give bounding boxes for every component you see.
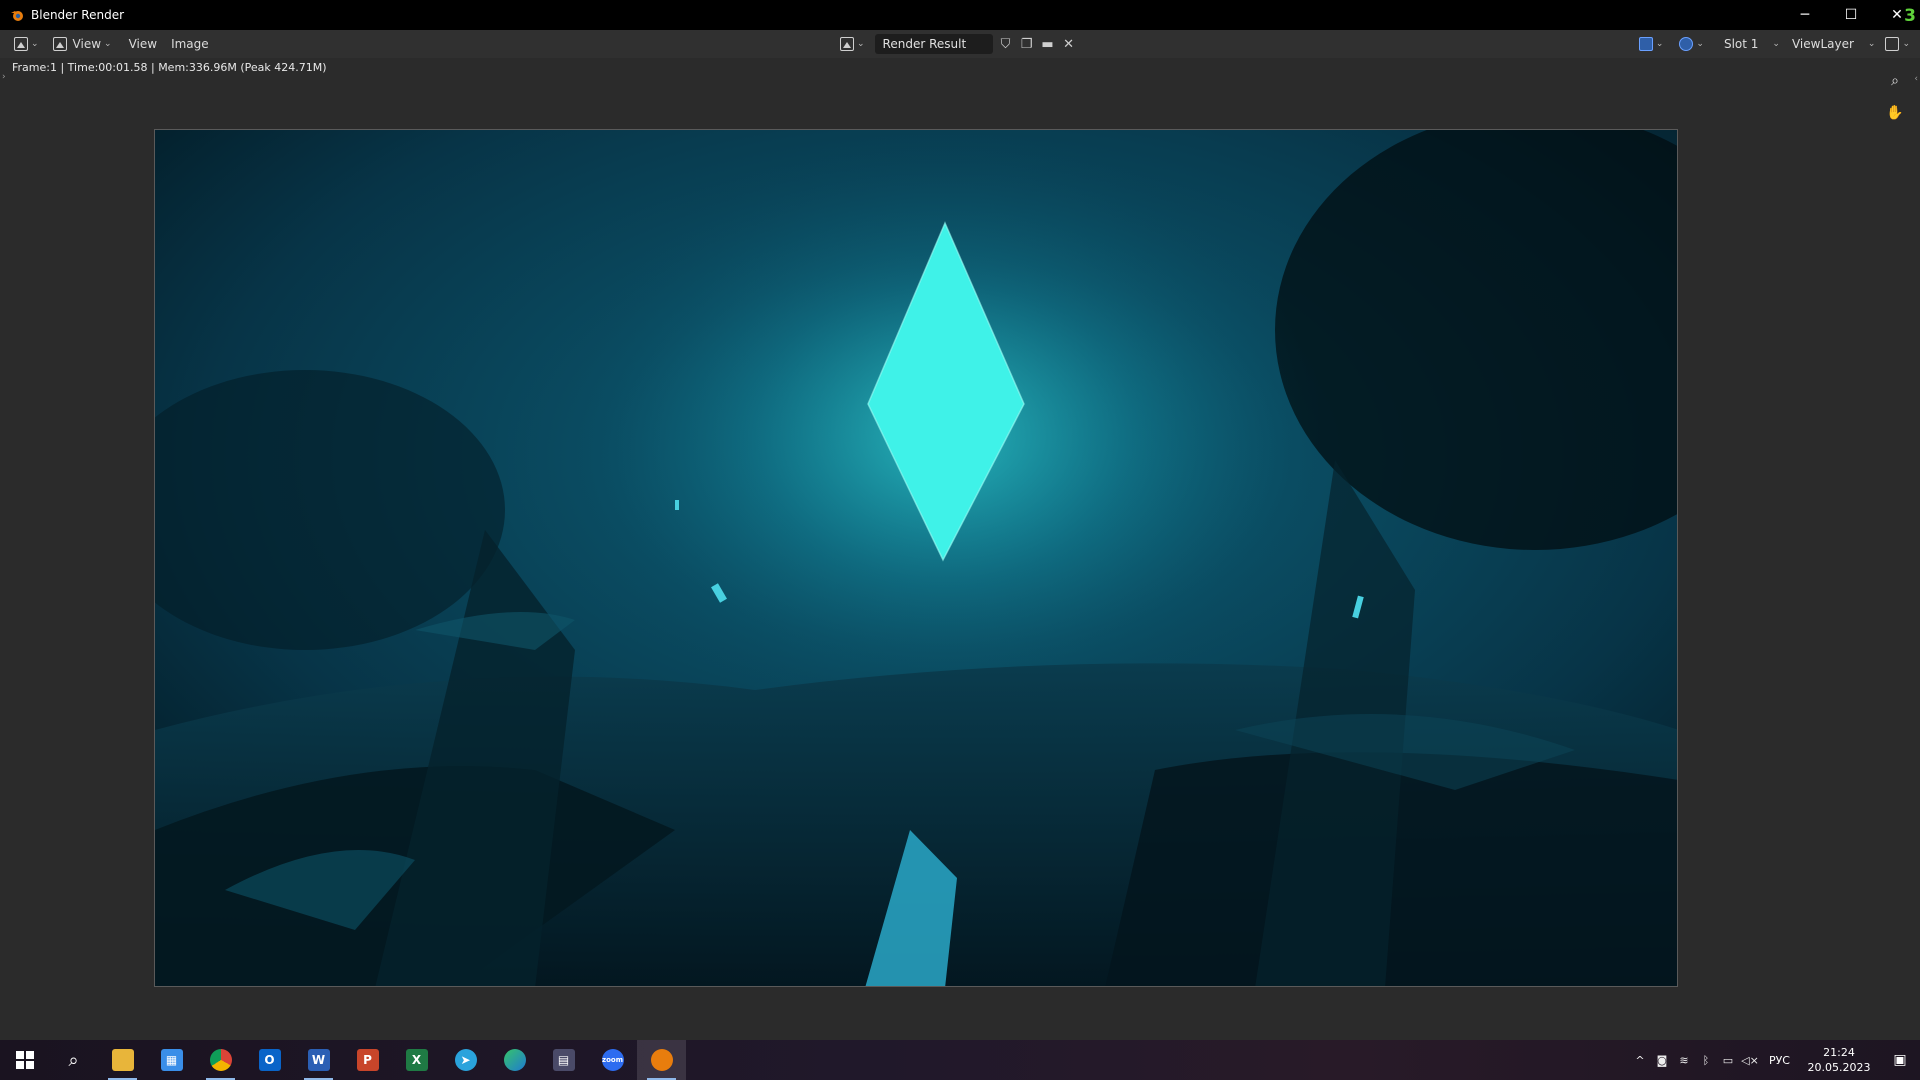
taskbar-word[interactable]: W xyxy=(294,1040,343,1080)
clock-time: 21:24 xyxy=(1823,1046,1855,1059)
mode-view-dropdown[interactable]: View ⌄ xyxy=(49,33,116,55)
image-name-field[interactable]: Render Result xyxy=(874,34,993,54)
navigation-gizmos: ⌕ ✋ xyxy=(1884,70,1906,124)
channels-icon xyxy=(1679,37,1694,51)
windows-taskbar: ⌕ ▦ O W P X ➤ ▤ zoom ^ ◙ ≋ ᛒ ▭ ◁× РУС 21… xyxy=(0,1040,1920,1080)
language-indicator[interactable]: РУС xyxy=(1769,1054,1790,1067)
menu-image[interactable]: Image xyxy=(164,37,216,51)
menu-view[interactable]: View xyxy=(122,37,164,51)
blender-app-icon xyxy=(650,1049,673,1071)
mode-view-label: View xyxy=(72,37,102,51)
version-badge: 3 xyxy=(1904,6,1916,26)
close-icon[interactable]: ✕ xyxy=(1061,36,1077,52)
header-right-controls: ⌄ ⌄ Slot 1 ⌄ ViewLayer ⌄ ⌄ xyxy=(1635,30,1920,58)
taskbar-powerpoint[interactable]: P xyxy=(343,1040,392,1080)
render-result-image[interactable] xyxy=(154,129,1678,987)
slot-label: Slot 1 xyxy=(1723,37,1759,51)
zoom-icon[interactable]: ⌕ xyxy=(1884,70,1906,92)
search-button[interactable]: ⌕ xyxy=(49,1040,98,1080)
outlook-icon: O xyxy=(258,1049,281,1071)
tray-app-icon[interactable]: ◙ xyxy=(1651,1054,1673,1067)
taskbar-chrome[interactable] xyxy=(196,1040,245,1080)
taskbar-edge[interactable] xyxy=(490,1040,539,1080)
display-mode-button[interactable]: ⌄ xyxy=(1881,33,1914,55)
image-browse-icon xyxy=(840,37,854,51)
notifications-icon[interactable]: ▣ xyxy=(1880,1052,1920,1068)
folder-icon[interactable]: ▬ xyxy=(1040,36,1056,52)
browse-image-button[interactable]: ⌄ xyxy=(836,33,869,55)
taskbar-file-explorer[interactable] xyxy=(98,1040,147,1080)
taskbar-excel[interactable]: X xyxy=(392,1040,441,1080)
render-status-text: Frame:1 | Time:00:01.58 | Mem:336.96M (P… xyxy=(12,61,327,74)
start-button[interactable] xyxy=(0,1040,49,1080)
maximize-button[interactable]: ☐ xyxy=(1828,0,1874,30)
clock[interactable]: 21:24 20.05.2023 xyxy=(1804,1045,1874,1075)
excel-icon: X xyxy=(405,1049,428,1071)
calculator-icon: ▤ xyxy=(552,1049,575,1071)
telegram-icon: ➤ xyxy=(454,1049,477,1071)
view-layer-label: ViewLayer xyxy=(1791,37,1854,51)
image-icon xyxy=(52,37,67,51)
display-mode-icon xyxy=(1885,37,1900,51)
window-title-bar: Blender Render ─ ☐ ✕ 3 xyxy=(0,0,1920,30)
battery-icon[interactable]: ▭ xyxy=(1717,1054,1739,1067)
taskbar-telegram[interactable]: ➤ xyxy=(441,1040,490,1080)
system-tray: ^ ◙ ≋ ᛒ ▭ ◁× РУС 21:24 20.05.2023 ▣ xyxy=(1629,1040,1920,1080)
slot-dropdown[interactable]: Slot 1 ⌄ xyxy=(1718,34,1786,54)
render-scene xyxy=(155,130,1677,986)
taskbar-calculator[interactable]: ▤ xyxy=(539,1040,588,1080)
sample-tool-icon xyxy=(1638,37,1653,51)
clock-date: 20.05.2023 xyxy=(1807,1061,1871,1074)
search-icon: ⌕ xyxy=(68,1049,79,1071)
chevron-up-icon[interactable]: ^ xyxy=(1629,1054,1651,1067)
toolbar-expand-arrow-icon[interactable]: › xyxy=(2,72,6,82)
volume-muted-icon[interactable]: ◁× xyxy=(1739,1054,1761,1067)
display-channels-button[interactable]: ⌄ xyxy=(1675,33,1708,55)
window-title: Blender Render xyxy=(31,8,125,22)
folder-icon xyxy=(111,1049,134,1071)
taskbar-store[interactable]: ▦ xyxy=(147,1040,196,1080)
bluetooth-icon[interactable]: ᛒ xyxy=(1695,1054,1717,1067)
sample-tool-button[interactable]: ⌄ xyxy=(1635,33,1668,55)
view-layer-dropdown[interactable]: ViewLayer ⌄ xyxy=(1786,34,1881,54)
taskbar-zoom[interactable]: zoom xyxy=(588,1040,637,1080)
taskbar-outlook[interactable]: O xyxy=(245,1040,294,1080)
zoom-app-icon: zoom xyxy=(601,1049,624,1071)
editor-type-button[interactable]: ⌄ xyxy=(10,33,43,55)
powerpoint-icon: P xyxy=(356,1049,379,1071)
store-icon: ▦ xyxy=(160,1049,183,1071)
taskbar-blender[interactable] xyxy=(637,1040,686,1080)
fake-user-shield-icon[interactable]: ⛉ xyxy=(998,36,1014,52)
new-image-icon[interactable]: ❐ xyxy=(1019,36,1035,52)
word-icon: W xyxy=(307,1049,330,1071)
image-editor-icon xyxy=(14,37,28,51)
minimize-button[interactable]: ─ xyxy=(1782,0,1828,30)
hand-pan-icon[interactable]: ✋ xyxy=(1884,102,1906,124)
sidebar-expand-arrow-icon[interactable]: ‹ xyxy=(1914,74,1918,84)
edge-icon xyxy=(503,1049,526,1071)
blender-logo-icon xyxy=(11,11,23,21)
chrome-icon xyxy=(209,1049,232,1071)
wifi-icon[interactable]: ≋ xyxy=(1673,1054,1695,1067)
image-selector: ⌄ Render Result ⛉ ❐ ▬ ✕ xyxy=(836,33,1077,55)
windows-logo-icon xyxy=(15,1051,34,1069)
